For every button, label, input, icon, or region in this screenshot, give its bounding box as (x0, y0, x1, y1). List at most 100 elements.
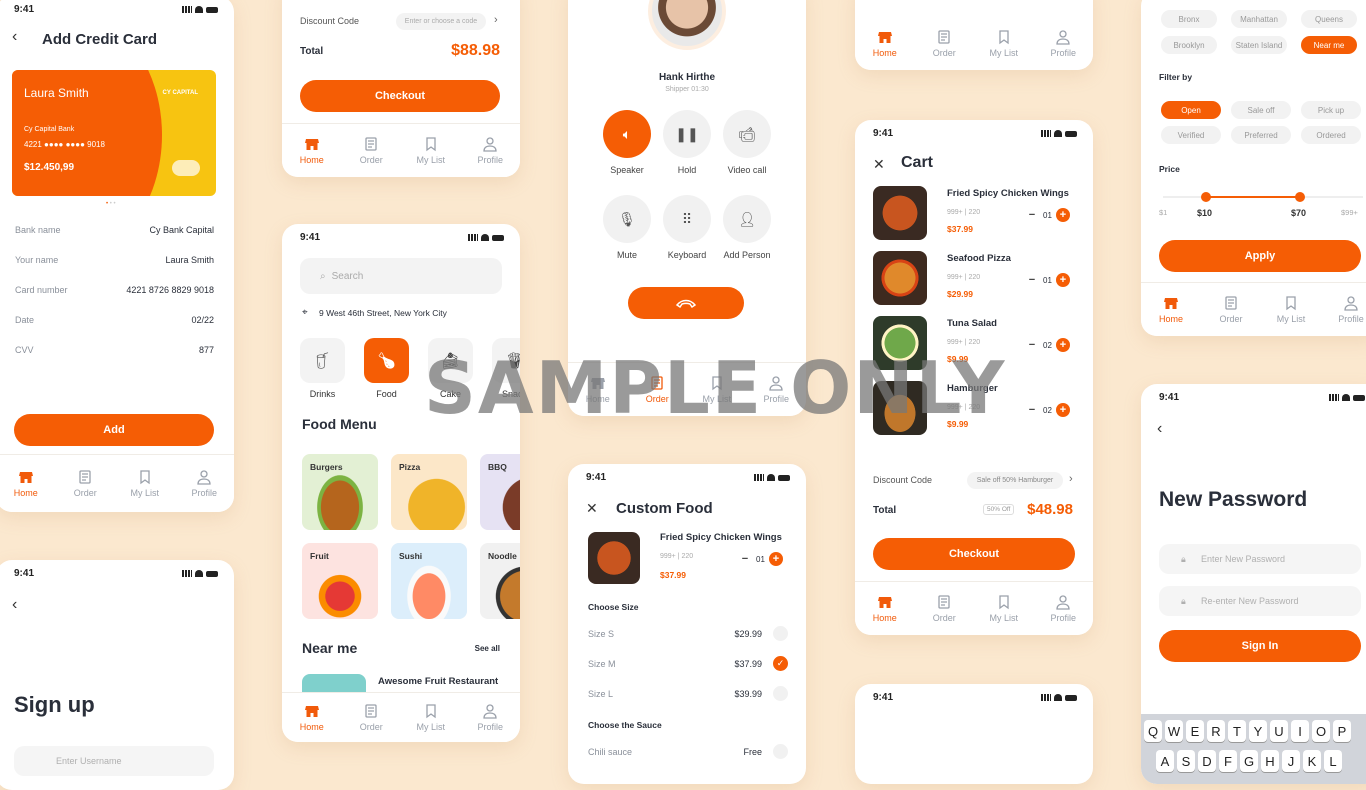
nav-home[interactable]: Home (1146, 295, 1196, 324)
nav-order[interactable]: Order (60, 469, 110, 498)
add-person-button[interactable]: 👤︎ (723, 195, 771, 243)
quantity-stepper[interactable]: −02 + (1025, 338, 1070, 352)
key-y[interactable]: Y (1249, 720, 1267, 742)
nav-profile[interactable]: Profile (465, 136, 515, 165)
key-k[interactable]: K (1303, 750, 1321, 772)
nav-order[interactable]: Order (919, 594, 969, 623)
key-j[interactable]: J (1282, 750, 1300, 772)
quantity-stepper[interactable]: −01 + (1025, 273, 1070, 287)
back-icon[interactable]: ‹ (1157, 420, 1162, 438)
back-icon[interactable]: ‹ (12, 596, 17, 614)
key-w[interactable]: W (1165, 720, 1183, 742)
minus-button[interactable]: − (1025, 338, 1039, 352)
nav-profile[interactable]: Profile (1038, 594, 1088, 623)
nav-order[interactable]: Order (346, 703, 396, 732)
sign-in-button[interactable]: Sign In (1159, 630, 1361, 662)
area-chip[interactable]: Staten Island (1231, 36, 1287, 54)
nav-mylist[interactable]: My List (406, 703, 456, 732)
plus-button[interactable]: + (1055, 208, 1070, 222)
key-h[interactable]: H (1261, 750, 1279, 772)
menu-burgers-card[interactable]: Burgers (302, 454, 378, 530)
nav-profile[interactable]: Profile (465, 703, 515, 732)
nav-home[interactable]: Home (287, 703, 337, 732)
new-password-field[interactable]: 🔒︎ Enter New Password (1159, 544, 1361, 574)
nav-mylist[interactable]: My List (979, 594, 1029, 623)
nav-order[interactable]: Order (919, 29, 969, 58)
menu-fruit-card[interactable]: Fruit (302, 543, 378, 619)
key-f[interactable]: F (1219, 750, 1237, 772)
price-slider[interactable] (1163, 192, 1363, 202)
credit-card[interactable]: Laura Smith CY CAPITAL Cy Capital Bank 4… (12, 70, 216, 196)
nav-mylist[interactable]: My List (120, 469, 170, 498)
nav-profile[interactable]: Profile (1326, 295, 1366, 324)
chevron-right-icon[interactable]: › (1069, 473, 1073, 485)
filter-chip[interactable]: Preferred (1231, 126, 1291, 144)
area-chip[interactable]: Near me (1301, 36, 1357, 54)
nav-home[interactable]: Home (287, 136, 337, 165)
filter-chip[interactable]: Open (1161, 101, 1221, 119)
chevron-right-icon[interactable]: › (494, 14, 498, 26)
menu-pizza-card[interactable]: Pizza (391, 454, 467, 530)
see-all-link[interactable]: See all (475, 644, 500, 653)
key-e[interactable]: E (1186, 720, 1204, 742)
menu-sushi-card[interactable]: Sushi (391, 543, 467, 619)
slider-handle-max[interactable] (1295, 192, 1305, 202)
nav-mylist[interactable]: My List (979, 29, 1029, 58)
restaurant-thumb[interactable] (302, 674, 366, 694)
nav-profile[interactable]: Profile (179, 469, 229, 498)
keyboard-button[interactable]: ⠿ (663, 195, 711, 243)
key-d[interactable]: D (1198, 750, 1216, 772)
nav-profile[interactable]: Profile (1038, 29, 1088, 58)
back-icon[interactable]: ‹ (12, 28, 17, 46)
nav-home[interactable]: Home (860, 29, 910, 58)
minus-button[interactable]: − (1025, 403, 1039, 417)
area-chip[interactable]: Manhattan (1231, 10, 1287, 28)
size-radio[interactable] (773, 626, 788, 641)
close-icon[interactable]: ✕ (586, 500, 598, 517)
slider-handle-min[interactable] (1201, 192, 1211, 202)
checkout-button[interactable]: Checkout (873, 538, 1075, 570)
filter-chip[interactable]: Pick up (1301, 101, 1361, 119)
category-drinks-button[interactable]: 🥤︎ (300, 338, 345, 383)
username-field[interactable]: Enter Username (14, 746, 214, 776)
key-t[interactable]: T (1228, 720, 1246, 742)
quantity-stepper[interactable]: −02 + (1025, 403, 1070, 417)
key-u[interactable]: U (1270, 720, 1288, 742)
sauce-radio[interactable] (773, 744, 788, 759)
restaurant-name[interactable]: Awesome Fruit Restaurant (378, 676, 498, 687)
minus-button[interactable]: − (1025, 273, 1039, 287)
filter-chip[interactable]: Verified (1161, 126, 1221, 144)
key-o[interactable]: O (1312, 720, 1330, 742)
add-button[interactable]: Add (14, 414, 214, 446)
nav-mylist[interactable]: My List (406, 136, 456, 165)
size-radio[interactable] (773, 686, 788, 701)
category-food-button[interactable]: 🍗︎ (364, 338, 409, 383)
checkout-button[interactable]: Checkout (300, 80, 500, 112)
area-chip[interactable]: Bronx (1161, 10, 1217, 28)
quantity-stepper[interactable]: −01 + (738, 552, 783, 566)
plus-button[interactable]: + (1055, 403, 1070, 417)
plus-button[interactable]: + (1055, 273, 1070, 287)
end-call-button[interactable] (628, 287, 744, 319)
video-call-button[interactable]: 📹︎ (723, 110, 771, 158)
area-chip[interactable]: Queens (1301, 10, 1357, 28)
nav-order[interactable]: Order (346, 136, 396, 165)
search-input[interactable]: ⌕ Search (300, 258, 502, 294)
key-p[interactable]: P (1333, 720, 1351, 742)
quantity-stepper[interactable]: −01 + (1025, 208, 1070, 222)
key-s[interactable]: S (1177, 750, 1195, 772)
discount-chip[interactable]: Sale off 50% Hamburger (967, 472, 1063, 489)
discount-input[interactable]: Enter or choose a code (396, 13, 486, 30)
size-radio[interactable]: ✓ (773, 656, 788, 671)
minus-button[interactable]: − (738, 552, 752, 566)
filter-chip[interactable]: Sale off (1231, 101, 1291, 119)
close-icon[interactable]: ✕ (873, 156, 885, 173)
speaker-button[interactable]: 🔈︎ (603, 110, 651, 158)
nav-home[interactable]: Home (860, 594, 910, 623)
plus-button[interactable]: + (1055, 338, 1070, 352)
mute-button[interactable]: 🎙︎ (603, 195, 651, 243)
nav-home[interactable]: Home (1, 469, 51, 498)
nav-order[interactable]: Order (1206, 295, 1256, 324)
key-l[interactable]: L (1324, 750, 1342, 772)
nav-mylist[interactable]: My List (1266, 295, 1316, 324)
